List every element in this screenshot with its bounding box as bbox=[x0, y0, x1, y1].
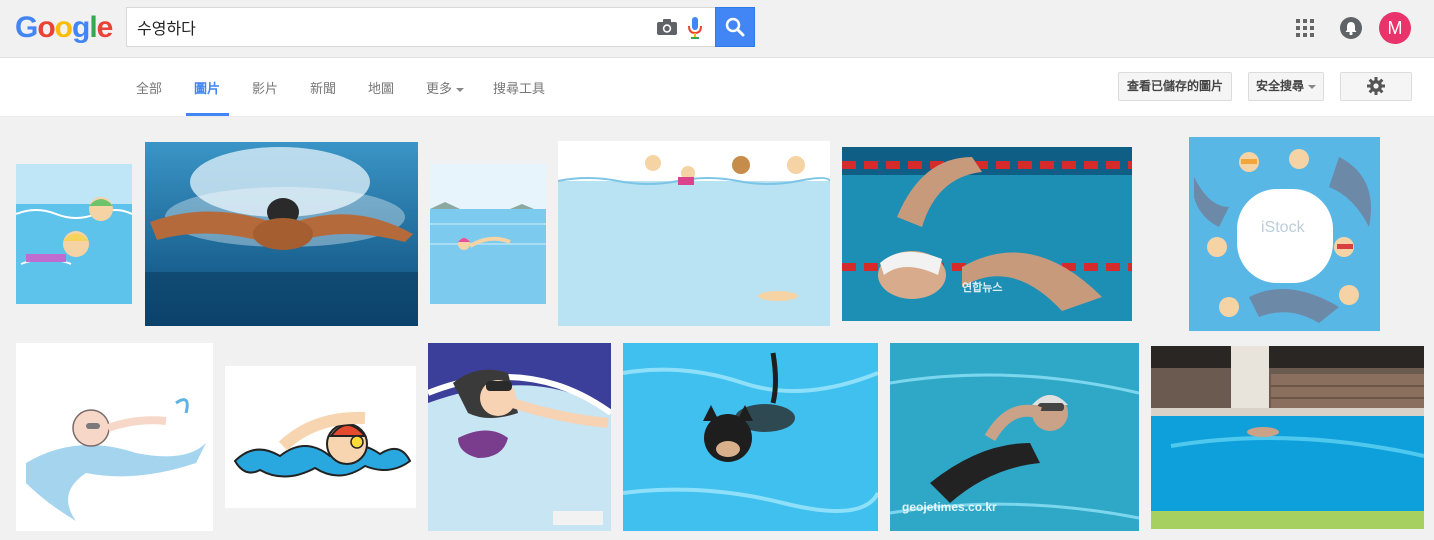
logo-letter: l bbox=[89, 11, 97, 44]
gear-icon bbox=[1367, 77, 1385, 95]
tab-all[interactable]: 全部 bbox=[136, 78, 162, 97]
settings-button[interactable] bbox=[1340, 72, 1412, 101]
search-nav-bar: 全部 圖片 影片 新聞 地圖 更多 搜尋工具 查看已儲存的圖片 安全搜尋 bbox=[0, 58, 1434, 117]
logo-letter: o bbox=[37, 11, 55, 44]
tab-maps[interactable]: 地圖 bbox=[368, 78, 394, 97]
apps-grid-icon[interactable] bbox=[1296, 19, 1314, 37]
saved-images-button[interactable]: 查看已儲存的圖片 bbox=[1118, 72, 1232, 101]
tab-more-label: 更多 bbox=[426, 81, 453, 96]
image-result[interactable] bbox=[16, 343, 213, 531]
top-bar: Google M bbox=[0, 0, 1434, 58]
notifications-bell-icon[interactable] bbox=[1340, 17, 1362, 39]
logo-letter: o bbox=[54, 11, 73, 44]
tab-more[interactable]: 更多 bbox=[426, 78, 465, 97]
news-watermark: 연합뉴스 bbox=[962, 282, 1003, 294]
tab-news[interactable]: 新聞 bbox=[310, 78, 336, 97]
image-result[interactable]: geojetimes.co.kr bbox=[890, 343, 1139, 531]
image-result[interactable] bbox=[428, 343, 611, 531]
image-result[interactable] bbox=[16, 164, 132, 304]
tab-images[interactable]: 圖片 bbox=[194, 78, 220, 97]
image-result[interactable] bbox=[1151, 346, 1424, 529]
stock-watermark: iStock bbox=[1261, 219, 1305, 236]
image-results-grid: 연합뉴스 iStock geojetimes.co.kr bbox=[0, 118, 1434, 540]
image-result[interactable] bbox=[225, 366, 416, 508]
camera-icon[interactable] bbox=[656, 18, 678, 36]
site-watermark: geojetimes.co.kr bbox=[902, 500, 997, 514]
image-result[interactable] bbox=[558, 141, 830, 326]
logo-letter: e bbox=[96, 11, 114, 44]
active-tab-indicator bbox=[186, 113, 229, 116]
safe-search-label: 安全搜尋 bbox=[1255, 79, 1304, 93]
search-box bbox=[126, 7, 716, 47]
image-result[interactable]: 연합뉴스 bbox=[842, 147, 1132, 321]
chevron-down-icon bbox=[1308, 84, 1316, 89]
logo-letter: G bbox=[15, 11, 38, 44]
image-result[interactable] bbox=[623, 343, 878, 531]
google-logo[interactable]: Google bbox=[15, 11, 114, 45]
image-result[interactable]: iStock bbox=[1189, 137, 1380, 331]
safe-search-button[interactable]: 安全搜尋 bbox=[1248, 72, 1324, 101]
search-icon bbox=[725, 17, 745, 37]
image-result[interactable] bbox=[430, 164, 546, 304]
search-button[interactable] bbox=[715, 7, 755, 47]
tab-videos[interactable]: 影片 bbox=[252, 78, 278, 97]
logo-letter: g bbox=[72, 11, 90, 44]
microphone-icon[interactable] bbox=[688, 17, 702, 39]
chevron-down-icon bbox=[456, 87, 465, 92]
search-input[interactable] bbox=[137, 16, 637, 38]
avatar[interactable]: M bbox=[1379, 12, 1411, 44]
image-result[interactable] bbox=[145, 142, 418, 326]
tab-search-tools[interactable]: 搜尋工具 bbox=[493, 78, 545, 97]
